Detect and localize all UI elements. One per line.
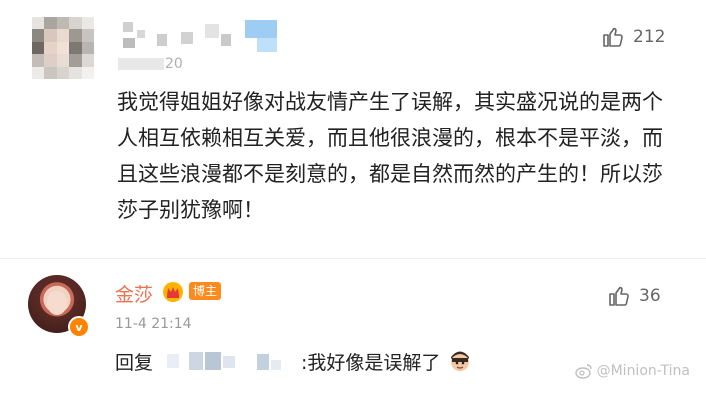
reply-prefix: 回复: [115, 351, 154, 374]
commenter-name-pixelated[interactable]: [117, 20, 277, 54]
crown-badge-icon: [163, 282, 183, 302]
weibo-watermark: @Minion-Tina: [574, 363, 690, 379]
avatar-face: [47, 291, 67, 315]
reply-like-button[interactable]: 36: [607, 284, 661, 308]
comment-divider: [0, 258, 706, 259]
thumbs-up-icon: [603, 27, 623, 47]
reply-timestamp: 11-4 21:14: [115, 316, 192, 332]
comment-body: 我觉得姐姐好像对战友情产生了误解，其实盛况说的是两个人相互依赖相互关爱，而且他很…: [117, 90, 663, 222]
reply-body: 回复 :我好像是误解了: [115, 345, 472, 377]
timestamp-redacted: [118, 58, 164, 70]
reply-message: :我好像是误解了: [301, 351, 441, 374]
commenter-avatar-pixelated[interactable]: [32, 17, 94, 79]
thumbs-up-icon: [609, 286, 629, 306]
verified-badge-icon: v: [68, 316, 90, 338]
comment-timestamp: 20: [165, 56, 183, 72]
mentioned-user-pixelated[interactable]: [153, 346, 301, 376]
reply-author-name[interactable]: 金莎: [115, 280, 153, 307]
like-button[interactable]: 212: [601, 25, 665, 49]
weibo-logo-icon: [574, 364, 592, 379]
like-count: 212: [633, 27, 666, 47]
host-badge: 博主: [189, 282, 222, 300]
reply-like-count: 36: [639, 286, 661, 306]
watermark-text: @Minion-Tina: [596, 363, 690, 379]
face-emoji-icon: [448, 349, 472, 373]
